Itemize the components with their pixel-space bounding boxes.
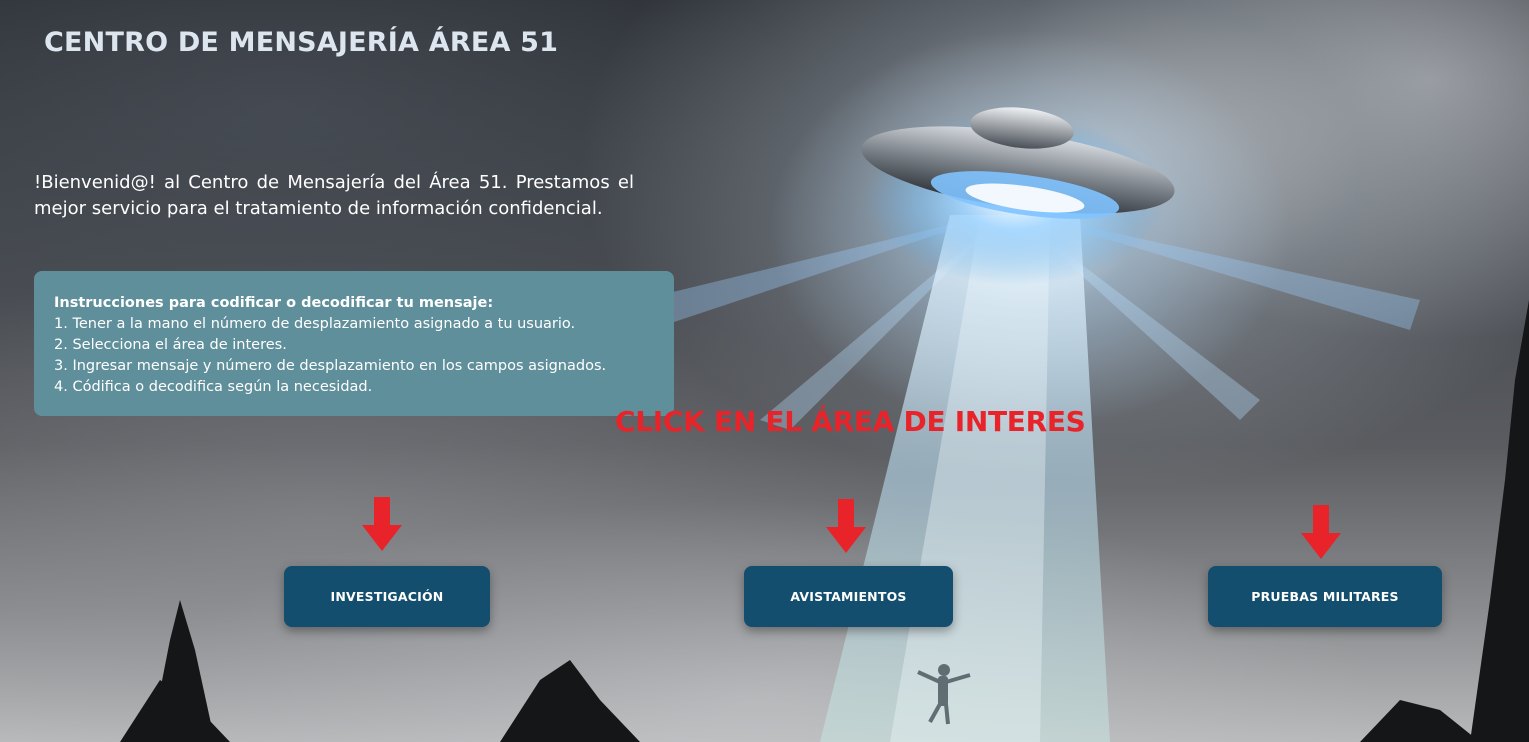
welcome-text: !Bienvenid@! al Centro de Mensajería del… (34, 172, 634, 219)
avistamientos-button[interactable]: AVISTAMIENTOS (744, 566, 953, 627)
instruction-step: 1. Tener a la mano el número de desplaza… (54, 316, 576, 332)
click-area-prompt: CLICK EN EL ÁREA DE INTERES (615, 405, 1086, 438)
arrow-down-icon (1301, 505, 1341, 559)
instruction-step: 4. Códifica o decodifica según la necesi… (54, 379, 373, 395)
investigacion-button[interactable]: INVESTIGACIÓN (284, 566, 490, 627)
instruction-step: 2. Selecciona el área de interes. (54, 337, 287, 353)
instructions-panel: Instrucciones para codificar o decodific… (34, 271, 674, 416)
instructions-heading: Instrucciones para codificar o decodific… (54, 295, 494, 311)
pruebas-militares-button[interactable]: PRUEBAS MILITARES (1208, 566, 1442, 627)
page-title: CENTRO DE MENSAJERÍA ÁREA 51 (44, 27, 559, 58)
instruction-step: 3. Ingresar mensaje y número de desplaza… (54, 358, 607, 374)
arrow-down-icon (826, 499, 866, 553)
arrow-down-icon (362, 497, 402, 551)
